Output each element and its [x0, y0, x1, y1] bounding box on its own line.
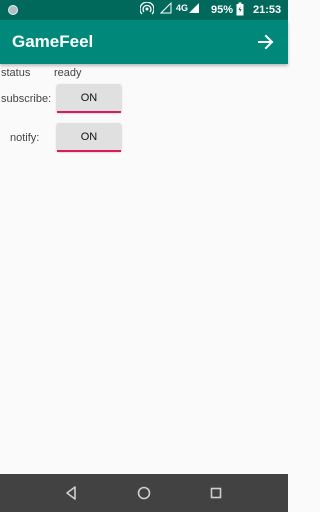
notify-button-label: ON [80, 131, 98, 143]
status-bar: 4G 95% 21:53 [0, 0, 288, 20]
notification-dot-icon [8, 5, 18, 15]
signal-icon [188, 2, 200, 19]
back-triangle-icon[interactable] [60, 481, 84, 505]
notify-button-underline [57, 150, 121, 152]
battery-percent: 95% [211, 4, 234, 16]
network-type: 4G [176, 3, 189, 13]
home-circle-icon[interactable] [132, 481, 156, 505]
recents-square-icon[interactable] [204, 481, 228, 505]
clock: 21:53 [253, 4, 282, 16]
notify-toggle-button[interactable]: ON [57, 123, 121, 152]
app-bar: GameFeel [0, 20, 288, 64]
status-label: status [1, 67, 31, 79]
notify-label: notify: [10, 132, 40, 144]
subscribe-button-label: ON [80, 92, 98, 104]
app-title: GameFeel [12, 32, 94, 51]
main-content: status ready subscribe: ON notify: ON [0, 64, 288, 474]
subscribe-label: subscribe: [1, 93, 52, 105]
navigation-bar [0, 474, 288, 512]
status-value: ready [54, 67, 82, 79]
subscribe-toggle-button[interactable]: ON [57, 84, 121, 113]
hotspot-icon [139, 1, 155, 21]
arrow-forward-icon[interactable] [254, 30, 278, 54]
signal-empty-icon [159, 1, 172, 19]
battery-charging-icon [236, 2, 244, 21]
subscribe-button-underline [57, 111, 121, 113]
